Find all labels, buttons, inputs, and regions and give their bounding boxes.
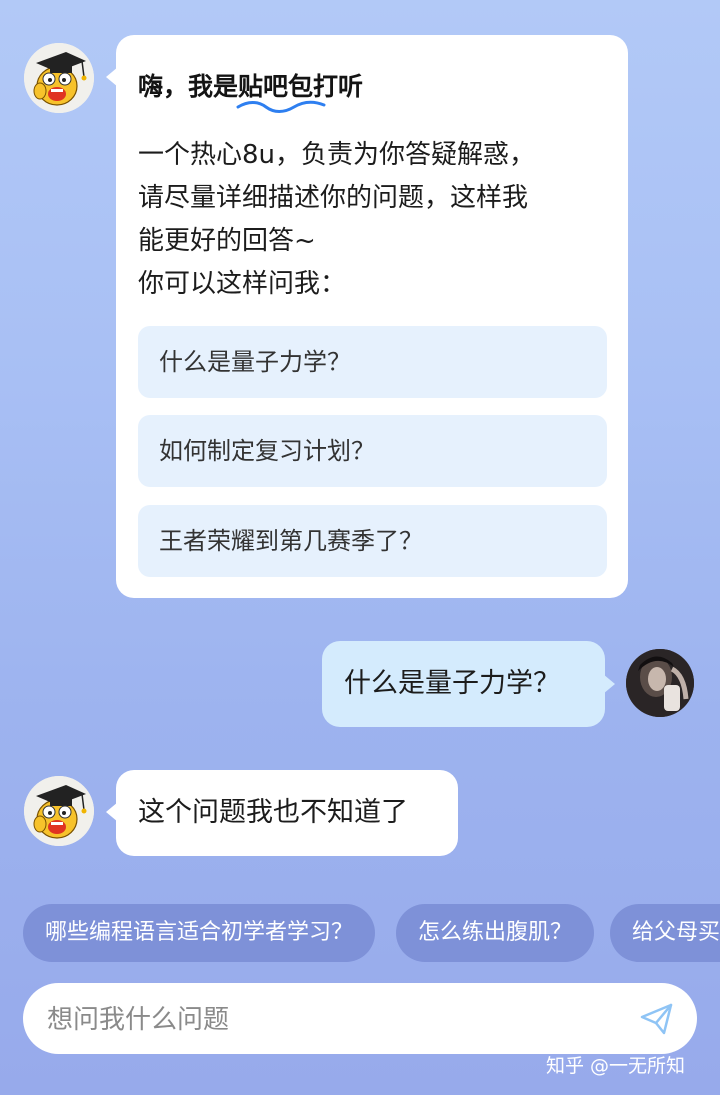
greeting-paragraph: 一个热心8u，负责为你答疑解惑， 请尽量详细描述你的问题，这样我 能更好的回答~… [138, 134, 608, 306]
bot-avatar-icon [24, 776, 94, 846]
greeting-line: 请尽量详细描述你的问题，这样我 [138, 183, 529, 213]
chip-abs-training[interactable]: 怎么练出腹肌？ [396, 904, 595, 962]
greeting-line: 能更好的回答~ [138, 226, 316, 256]
message-input[interactable] [45, 983, 629, 1056]
send-button[interactable] [637, 999, 677, 1039]
suggestion-question-quantum[interactable]: 什么是量子力学？ [138, 326, 607, 398]
chip-programming-languages[interactable]: 哪些编程语言适合初学者学习？ [23, 904, 376, 962]
chip-gift-for-parents[interactable]: 给父母买 [610, 904, 720, 962]
bot-reply-bubble: 这个问题我也不知道了 [106, 770, 458, 856]
greeting-brand-text: 贴吧包打听 [238, 72, 364, 101]
user-avatar[interactable] [626, 649, 694, 717]
greeting-title-prefix: 嗨，我是 [138, 72, 239, 101]
greeting-title: 嗨，我是贴吧包打听 [138, 67, 364, 113]
greeting-line: 你可以这样问我： [138, 269, 347, 299]
quick-question-chips: 哪些编程语言适合初学者学习？ 怎么练出腹肌？ 给父母买 [0, 904, 720, 962]
user-message-bubble: 什么是量子力学？ [322, 641, 615, 727]
bot-avatar[interactable] [24, 43, 94, 113]
user-avatar-photo [626, 649, 694, 717]
bot-avatar-icon [24, 43, 94, 113]
suggestion-question-game-season[interactable]: 王者荣耀到第几赛季了？ [138, 505, 607, 577]
message-input-bar [23, 983, 697, 1056]
brand-underline-squiggle [236, 100, 326, 113]
watermark: 知乎 @一无所知 [546, 1055, 686, 1077]
suggestion-question-study-plan[interactable]: 如何制定复习计划？ [138, 415, 607, 487]
bot-greeting-bubble: 嗨，我是贴吧包打听 一个热心8u，负责为你答疑解惑， 请尽量详细描述你的问题，这… [106, 35, 628, 598]
greeting-brand: 贴吧包打听 [236, 67, 364, 113]
bot-avatar[interactable] [24, 776, 94, 846]
greeting-line: 一个热心8u，负责为你答疑解惑， [138, 140, 536, 170]
paper-plane-icon [640, 1003, 673, 1035]
